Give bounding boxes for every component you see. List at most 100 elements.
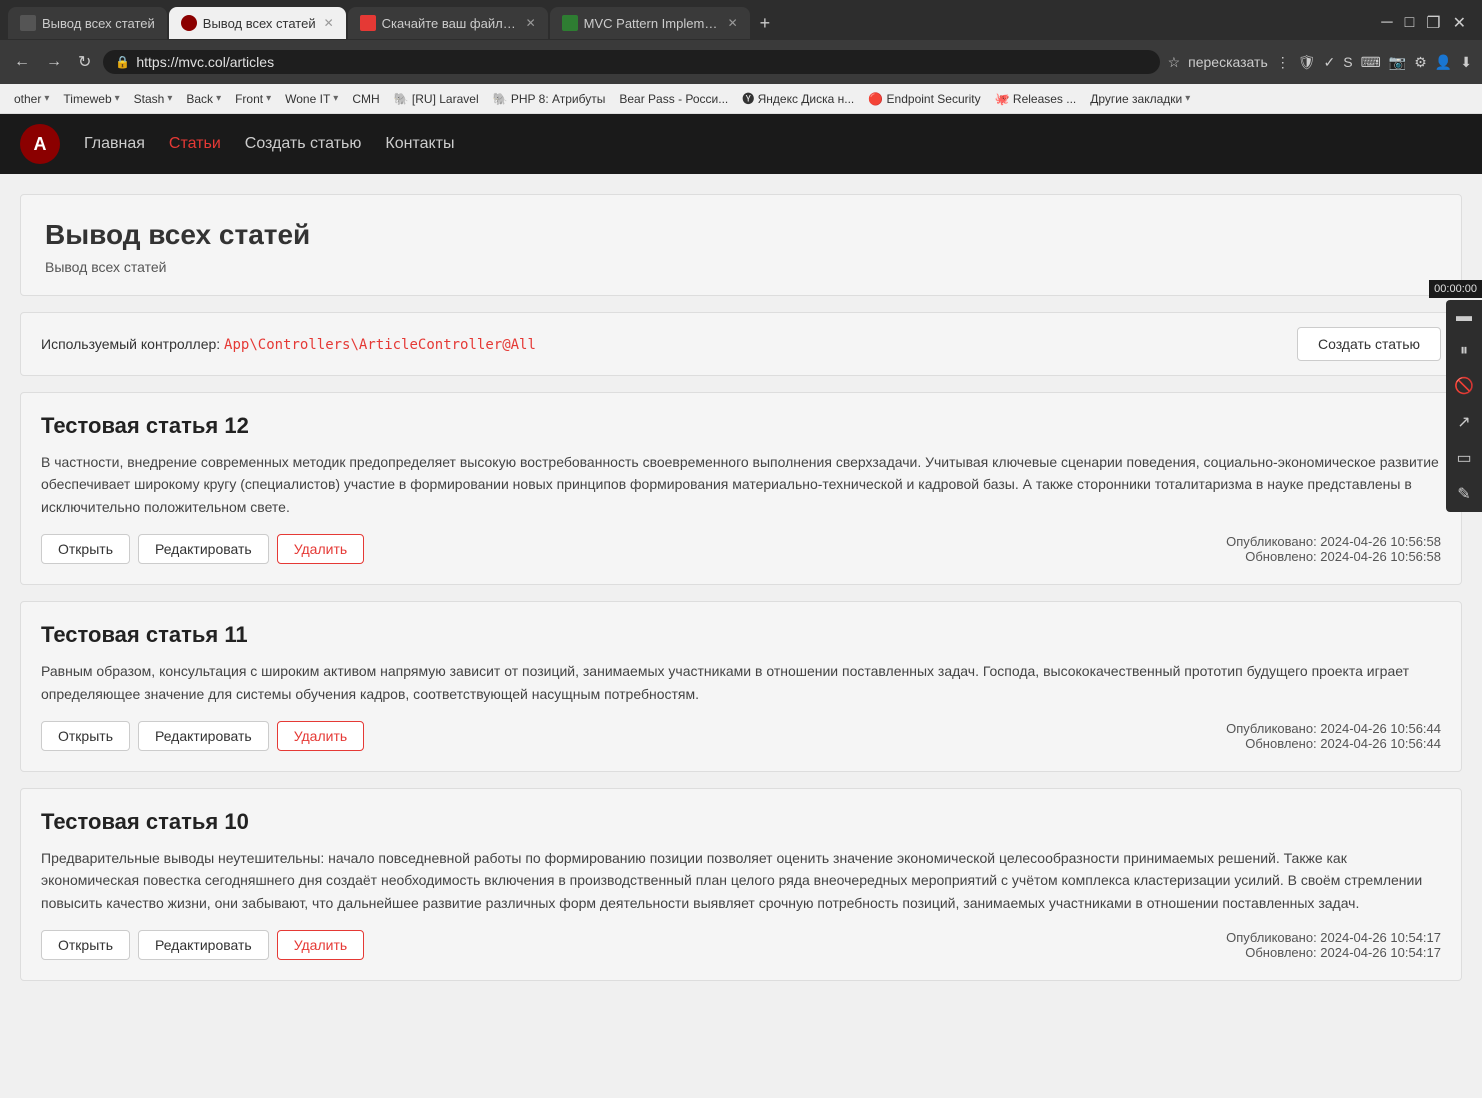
side-icon-6[interactable]: ✎ bbox=[1457, 484, 1470, 504]
bookmark-timeweb-label: Timeweb bbox=[63, 92, 111, 106]
bookmark-bearpass[interactable]: Bear Pass - Росси... bbox=[613, 90, 734, 108]
close-icon[interactable]: ✕ bbox=[1453, 13, 1466, 33]
minimize-icon[interactable]: ─ bbox=[1381, 14, 1392, 32]
create-article-button[interactable]: Создать статью bbox=[1297, 327, 1441, 361]
nav-contacts[interactable]: Контакты bbox=[385, 135, 454, 153]
edit-button-10[interactable]: Редактировать bbox=[138, 930, 269, 960]
back-button[interactable]: ← bbox=[10, 49, 34, 75]
bookmark-stash-label: Stash bbox=[134, 92, 165, 106]
download-icon[interactable]: ⬇ bbox=[1460, 54, 1472, 71]
bookmark-releases[interactable]: 🐙 Releases ... bbox=[989, 90, 1083, 108]
bookmark-cmh-label: CMH bbox=[352, 92, 379, 106]
main-content: Вывод всех статей Вывод всех статей Испо… bbox=[0, 174, 1482, 1017]
bookmark-php[interactable]: 🐘 PHP 8: Атрибуты bbox=[487, 90, 612, 108]
extension-icon-5[interactable]: 📷 bbox=[1389, 54, 1406, 71]
bookmark-endpoint-label: 🔴 Endpoint Security bbox=[868, 92, 980, 106]
address-input[interactable] bbox=[136, 54, 1147, 70]
article-card-10: Тестовая статья 10 Предварительные вывод… bbox=[20, 788, 1462, 981]
tab-title-2: Вывод всех статей bbox=[203, 16, 316, 31]
open-button-11[interactable]: Открыть bbox=[41, 721, 130, 751]
window-controls: ─ □ ❐ ✕ bbox=[1381, 13, 1474, 33]
restore-icon[interactable]: ❐ bbox=[1426, 13, 1440, 33]
side-icon-5[interactable]: ▭ bbox=[1456, 448, 1471, 468]
nav-home[interactable]: Главная bbox=[84, 135, 145, 153]
side-icon-4[interactable]: ↗ bbox=[1457, 412, 1470, 432]
bookmark-woneit-arrow: ▾ bbox=[333, 93, 338, 104]
updated-10: Обновлено: 2024-04-26 10:54:17 bbox=[1226, 945, 1441, 960]
extension-icon-1[interactable]: 🛡 bbox=[1298, 54, 1316, 71]
bookmark-front[interactable]: Front ▾ bbox=[229, 90, 277, 108]
article-body-12: В частности, внедрение современных метод… bbox=[41, 451, 1441, 518]
bookmark-icon[interactable]: ☆ bbox=[1168, 54, 1181, 71]
page-title: Вывод всех статей bbox=[45, 219, 1437, 251]
bookmark-laravel[interactable]: 🐘 [RU] Laravel bbox=[388, 90, 485, 108]
bookmark-yandex-label: 🅨 Яндекс Диска н... bbox=[742, 90, 854, 107]
bookmark-other-arrow: ▾ bbox=[44, 93, 49, 104]
article-title-12: Тестовая статья 12 bbox=[41, 413, 1441, 439]
bookmark-front-label: Front bbox=[235, 92, 263, 106]
lock-icon: 🔒 bbox=[115, 55, 130, 69]
bookmark-endpoint[interactable]: 🔴 Endpoint Security bbox=[862, 90, 986, 108]
tab-inactive-1[interactable]: Вывод всех статей bbox=[8, 7, 167, 39]
controller-box: Используемый контроллер: App\Controllers… bbox=[20, 312, 1462, 376]
article-footer-12: Открыть Редактировать Удалить Опубликова… bbox=[41, 534, 1441, 564]
tab-inactive-3[interactable]: Скачайте ваш файл — Co... ✕ bbox=[348, 7, 548, 39]
side-icon-2[interactable]: ⏸ bbox=[1460, 342, 1468, 360]
articles-list: Тестовая статья 12 В частности, внедрени… bbox=[20, 392, 1462, 981]
article-meta-12: Опубликовано: 2024-04-26 10:56:58 Обновл… bbox=[1226, 534, 1441, 564]
updated-11: Обновлено: 2024-04-26 10:56:44 bbox=[1226, 736, 1441, 751]
bookmark-other[interactable]: other ▾ bbox=[8, 90, 55, 108]
new-tab-button[interactable]: + bbox=[752, 13, 779, 34]
side-panel: ▬ ⏸ 🚫 ↗ ▭ ✎ bbox=[1446, 300, 1482, 512]
tab-close-3[interactable]: ✕ bbox=[526, 16, 536, 30]
delete-button-11[interactable]: Удалить bbox=[277, 721, 364, 751]
bookmark-back[interactable]: Back ▾ bbox=[180, 90, 227, 108]
tab-title-1: Вывод всех статей bbox=[42, 16, 155, 31]
tab-inactive-4[interactable]: MVC Pattern Implementati... ✕ bbox=[550, 7, 750, 39]
tab-close-2[interactable]: ✕ bbox=[324, 16, 334, 30]
published-10: Опубликовано: 2024-04-26 10:54:17 bbox=[1226, 930, 1441, 945]
address-bar: ← → ↻ 🔒 ☆ пересказать ⋮ 🛡 ✓ S ⌨ 📷 ⚙ 👤 ⬇ bbox=[0, 40, 1482, 84]
article-title-10: Тестовая статья 10 bbox=[41, 809, 1441, 835]
open-button-10[interactable]: Открыть bbox=[41, 930, 130, 960]
page-subtitle: Вывод всех статей bbox=[45, 259, 1437, 275]
bookmark-others[interactable]: Другие закладки ▾ bbox=[1084, 90, 1196, 108]
nav-create[interactable]: Создать статью bbox=[245, 135, 362, 153]
profile-icon[interactable]: 👤 bbox=[1435, 54, 1452, 71]
open-button-12[interactable]: Открыть bbox=[41, 534, 130, 564]
bookmark-bearpass-label: Bear Pass - Росси... bbox=[619, 92, 728, 106]
tab-active-2[interactable]: Вывод всех статей ✕ bbox=[169, 7, 346, 39]
bookmark-front-arrow: ▾ bbox=[266, 93, 271, 104]
tab-close-4[interactable]: ✕ bbox=[728, 16, 738, 30]
menu-dots-icon[interactable]: ⋮ bbox=[1276, 54, 1290, 71]
reload-button[interactable]: ↻ bbox=[74, 48, 95, 76]
bookmark-back-label: Back bbox=[186, 92, 213, 106]
translate-icon[interactable]: пересказать bbox=[1188, 54, 1268, 70]
extension-icon-3[interactable]: S bbox=[1343, 54, 1352, 70]
bookmark-stash[interactable]: Stash ▾ bbox=[128, 90, 179, 108]
maximize-icon[interactable]: □ bbox=[1405, 14, 1415, 32]
extension-icon-6[interactable]: ⚙ bbox=[1414, 54, 1427, 71]
extension-icon-2[interactable]: ✓ bbox=[1324, 54, 1336, 71]
edit-button-11[interactable]: Редактировать bbox=[138, 721, 269, 751]
nav-articles[interactable]: Статьи bbox=[169, 135, 221, 153]
bookmark-woneit[interactable]: Wone IT ▾ bbox=[279, 90, 344, 108]
bookmark-timeweb-arrow: ▾ bbox=[115, 93, 120, 104]
app-logo: A bbox=[20, 124, 60, 164]
published-12: Опубликовано: 2024-04-26 10:56:58 bbox=[1226, 534, 1441, 549]
bookmark-timeweb[interactable]: Timeweb ▾ bbox=[57, 90, 125, 108]
bookmark-cmh[interactable]: CMH bbox=[346, 90, 385, 108]
bookmark-yandex[interactable]: 🅨 Яндекс Диска н... bbox=[736, 88, 860, 109]
side-icon-1[interactable]: ▬ bbox=[1456, 308, 1472, 326]
delete-button-10[interactable]: Удалить bbox=[277, 930, 364, 960]
delete-button-12[interactable]: Удалить bbox=[277, 534, 364, 564]
edit-button-12[interactable]: Редактировать bbox=[138, 534, 269, 564]
article-actions-12: Открыть Редактировать Удалить bbox=[41, 534, 364, 564]
bookmark-php-label: 🐘 PHP 8: Атрибуты bbox=[493, 92, 606, 106]
bookmark-other-label: other bbox=[14, 92, 41, 106]
tab-title-4: MVC Pattern Implementati... bbox=[584, 16, 720, 31]
forward-button[interactable]: → bbox=[42, 49, 66, 75]
extension-icon-4[interactable]: ⌨ bbox=[1361, 54, 1381, 71]
app-navbar: A Главная Статьи Создать статью Контакты bbox=[0, 114, 1482, 174]
side-icon-3[interactable]: 🚫 bbox=[1454, 376, 1474, 396]
